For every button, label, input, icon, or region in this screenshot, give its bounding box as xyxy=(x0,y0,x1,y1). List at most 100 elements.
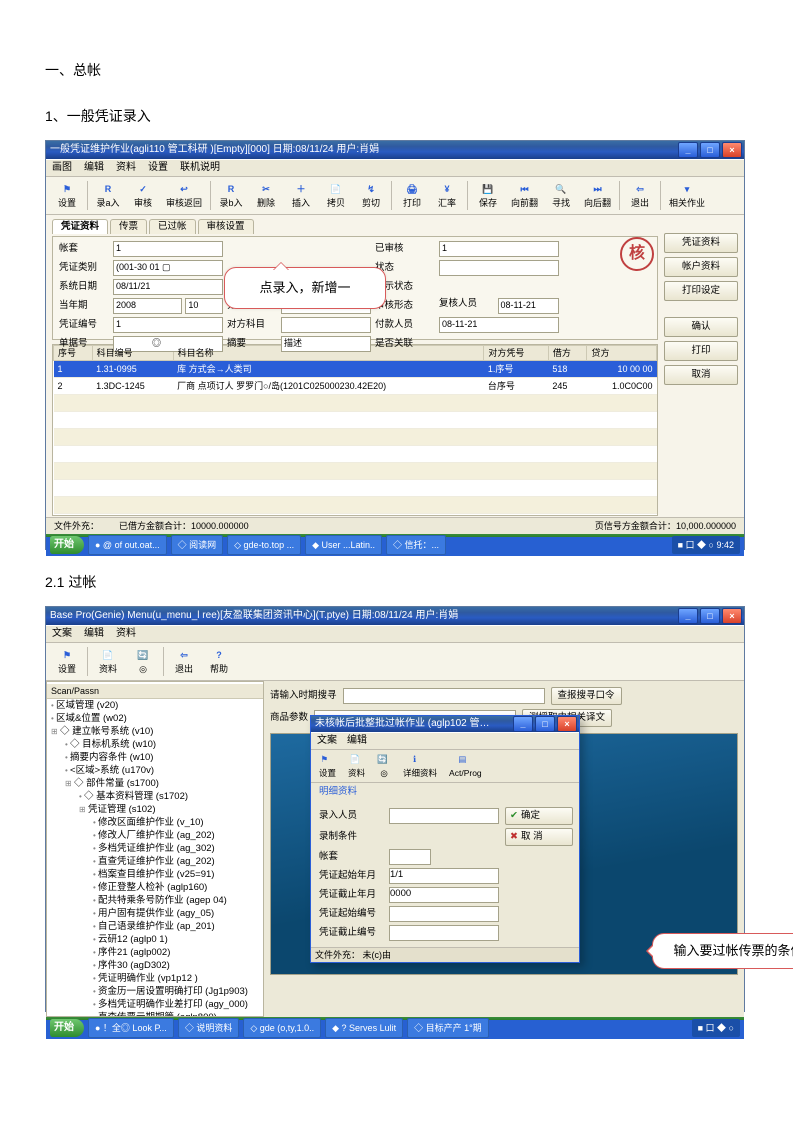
maximize-button[interactable]: □ xyxy=(700,608,720,624)
tree-node[interactable]: 自己语录维护作业 (ap_201) xyxy=(93,920,263,933)
side-btn-cancel[interactable]: 取消 xyxy=(664,365,738,385)
taskbar-item[interactable]: ◇ gde-to.top ... xyxy=(227,535,301,555)
maximize-button[interactable]: □ xyxy=(700,142,720,158)
input-sys-date[interactable]: 08/11/21 xyxy=(113,279,223,295)
tree-node[interactable]: 区域管理 (v20) xyxy=(51,699,263,712)
side-btn-print[interactable]: 打印 xyxy=(664,341,738,361)
toolbar-find[interactable]: 🔍寻找 xyxy=(544,179,578,212)
inp-start-no[interactable] xyxy=(389,906,499,922)
tab-ticket[interactable]: 传票 xyxy=(110,219,147,234)
tree-node[interactable]: 档案查目维护作业 (v25=91) xyxy=(93,868,263,881)
input-ledger[interactable]: 1 xyxy=(113,241,223,257)
inp-end-ym[interactable]: 0000 xyxy=(389,887,499,903)
dialog-menu-item[interactable]: 编辑 xyxy=(347,735,367,747)
tree-node[interactable]: 修正登整人检补 (aglp160) xyxy=(93,881,263,894)
start-button-2[interactable]: 开始 xyxy=(50,1019,84,1037)
tree-node[interactable]: 修改人厂维护作业 (ag_202) xyxy=(93,829,263,842)
inp-end-no[interactable] xyxy=(389,925,499,941)
inp-entry-person[interactable] xyxy=(389,808,499,824)
tree-node[interactable]: <区域>系统 (u170v) xyxy=(65,764,263,777)
toolbar-related[interactable]: ▾相关作业 xyxy=(664,179,710,212)
taskbar-item[interactable]: ◆ User ...Latin.. xyxy=(305,535,382,555)
dialog-ok-button[interactable]: ✔确定 xyxy=(505,807,573,825)
tree-node[interactable]: 凭证明确作业 (vp1p12 ) xyxy=(93,972,263,985)
toolbar-next[interactable]: ⏭向后翻 xyxy=(579,179,616,212)
dlg-tb-data[interactable]: 📄资料 xyxy=(344,752,369,780)
dlg-tb-refresh[interactable]: 🔄◎ xyxy=(373,752,395,780)
btn-search-pass[interactable]: 查报搜寻口令 xyxy=(551,687,622,705)
input-status[interactable] xyxy=(439,260,559,276)
menu-item[interactable]: 画图 xyxy=(52,162,72,174)
menu-item[interactable]: 资料 xyxy=(116,628,136,640)
tree-node[interactable]: 用户固有提供作业 (agy_05) xyxy=(93,907,263,920)
toolbar-input-b[interactable]: R录b入 xyxy=(214,179,248,212)
input-period[interactable]: 10 xyxy=(185,298,223,314)
tree-node[interactable]: 云研12 (aglp0 1) xyxy=(93,933,263,946)
menu-item[interactable]: 编辑 xyxy=(84,628,104,640)
tree-node[interactable]: 摘要内容条件 (w10) xyxy=(65,751,263,764)
tree-node[interactable]: 配共特乘条号防作业 (agep 04) xyxy=(93,894,263,907)
tree-node[interactable]: ◇ 部件常量 (s1700)◇ 基本资料管理 (s1702)凭证管理 (s102… xyxy=(65,777,263,1017)
system-tray-2[interactable]: ■ 口 ◆ ○ xyxy=(692,1019,740,1037)
tree-node[interactable]: 多档凭证明确作业差打印 (agy_000) xyxy=(93,998,263,1011)
start-button[interactable]: 开始 xyxy=(50,536,84,554)
tree-node[interactable]: 多档凭证维护作业 (ag_302) xyxy=(93,842,263,855)
toolbar2-data[interactable]: 📄资料 xyxy=(91,645,125,678)
taskbar-item[interactable]: ● @ of out.oat... xyxy=(88,535,167,555)
toolbar-input-a[interactable]: R录a入 xyxy=(91,179,125,212)
inp-ledger[interactable] xyxy=(389,849,431,865)
tree-node[interactable]: 直查传票元期期管 (aglp800) xyxy=(93,1011,263,1017)
input-year[interactable]: 2008 xyxy=(113,298,182,314)
tree-node[interactable]: 序件30 (agD302) xyxy=(93,959,263,972)
toolbar-exit[interactable]: ⇦退出 xyxy=(623,179,657,212)
dialog-cancel-button[interactable]: ✖取 消 xyxy=(505,828,573,846)
input-audit-date2[interactable]: 08-11-21 xyxy=(439,317,559,333)
tree-node[interactable]: ◇ 建立帐号系统 (v10)◇ 目标机系统 (w10)摘要内容条件 (w10)<… xyxy=(51,725,263,1017)
toolbar-settings[interactable]: ⚑设置 xyxy=(50,179,84,212)
menu-item[interactable]: 编辑 xyxy=(84,162,104,174)
menu-item[interactable]: 资料 xyxy=(116,162,136,174)
taskbar-item[interactable]: ◆ ? Serves Lulit xyxy=(325,1018,403,1038)
toolbar2-help[interactable]: ?帮助 xyxy=(202,645,236,678)
dlg-tb-actprog[interactable]: ▤Act/Prog xyxy=(445,752,486,780)
taskbar-item[interactable]: ◇ 阅读网 xyxy=(171,535,224,555)
menu-tree[interactable]: Scan/Passn 区域管理 (v20)区域&位置 (w02)◇ 建立帐号系统… xyxy=(46,681,264,1017)
dialog-minimize[interactable]: _ xyxy=(513,716,533,732)
menu-item[interactable]: 联机说明 xyxy=(180,162,220,174)
toolbar-delete[interactable]: ✂删除 xyxy=(249,179,283,212)
grid-row[interactable]: 21.3DC-1245厂商 点项订人 罗罗门○/岛(1201C025000230… xyxy=(54,378,657,395)
toolbar-prev[interactable]: ⏮向前翻 xyxy=(506,179,543,212)
input-voucher-no[interactable]: 1 xyxy=(113,317,223,333)
dialog-menu-item[interactable]: 文案 xyxy=(317,735,337,747)
search-input-1[interactable] xyxy=(343,688,545,704)
minimize-button[interactable]: _ xyxy=(678,608,698,624)
dialog-close[interactable]: × xyxy=(557,716,577,732)
taskbar-item[interactable]: ● ！全◎ Look P... xyxy=(88,1018,174,1038)
grid-row-selected[interactable]: 11.31-0995库 方式会→人类司 1.序号51810 00 00 xyxy=(54,361,657,378)
menu-item[interactable]: 文案 xyxy=(52,628,72,640)
system-tray[interactable]: ■ 口 ◆ ○ 9:42 xyxy=(672,536,740,554)
toolbar-copy[interactable]: 📄拷贝 xyxy=(319,179,353,212)
tree-node[interactable]: 直查凭证维护作业 (ag_202) xyxy=(93,855,263,868)
tree-node[interactable]: 修改区面维护作业 (v_10) xyxy=(93,816,263,829)
entry-grid[interactable]: 序号科目编号科目名称 对方凭号借方贷方 11.31-0995库 方式会→人类司 … xyxy=(52,344,658,516)
toolbar-rate[interactable]: ¥汇率 xyxy=(430,179,464,212)
tree-node[interactable]: 区域&位置 (w02) xyxy=(51,712,263,725)
close-button[interactable]: × xyxy=(722,608,742,624)
toolbar2-exit[interactable]: ⇦退出 xyxy=(167,645,201,678)
input-summary[interactable]: 描述 xyxy=(281,336,371,352)
toolbar2-refresh[interactable]: 🔄◎ xyxy=(126,645,160,678)
toolbar2-settings[interactable]: ⚑设置 xyxy=(50,645,84,678)
toolbar-audit-back[interactable]: ↩审核返回 xyxy=(161,179,207,212)
input-counter[interactable] xyxy=(281,317,371,333)
input-audited[interactable]: 1 xyxy=(439,241,559,257)
side-btn-print-set[interactable]: 打印设定 xyxy=(664,281,738,301)
close-button[interactable]: × xyxy=(722,142,742,158)
tree-node[interactable]: 序件21 (aglp002) xyxy=(93,946,263,959)
tree-node[interactable]: 资金历一居设置明确打印 (Jg1p903) xyxy=(93,985,263,998)
side-btn-voucher[interactable]: 凭证资料 xyxy=(664,233,738,253)
dlg-tb-settings[interactable]: ⚑设置 xyxy=(315,752,340,780)
dlg-tb-detail[interactable]: ℹ详细资料 xyxy=(399,752,441,780)
toolbar-insert[interactable]: ＋插入 xyxy=(284,179,318,212)
tree-node[interactable]: ◇ 基本资料管理 (s1702) xyxy=(79,790,263,803)
